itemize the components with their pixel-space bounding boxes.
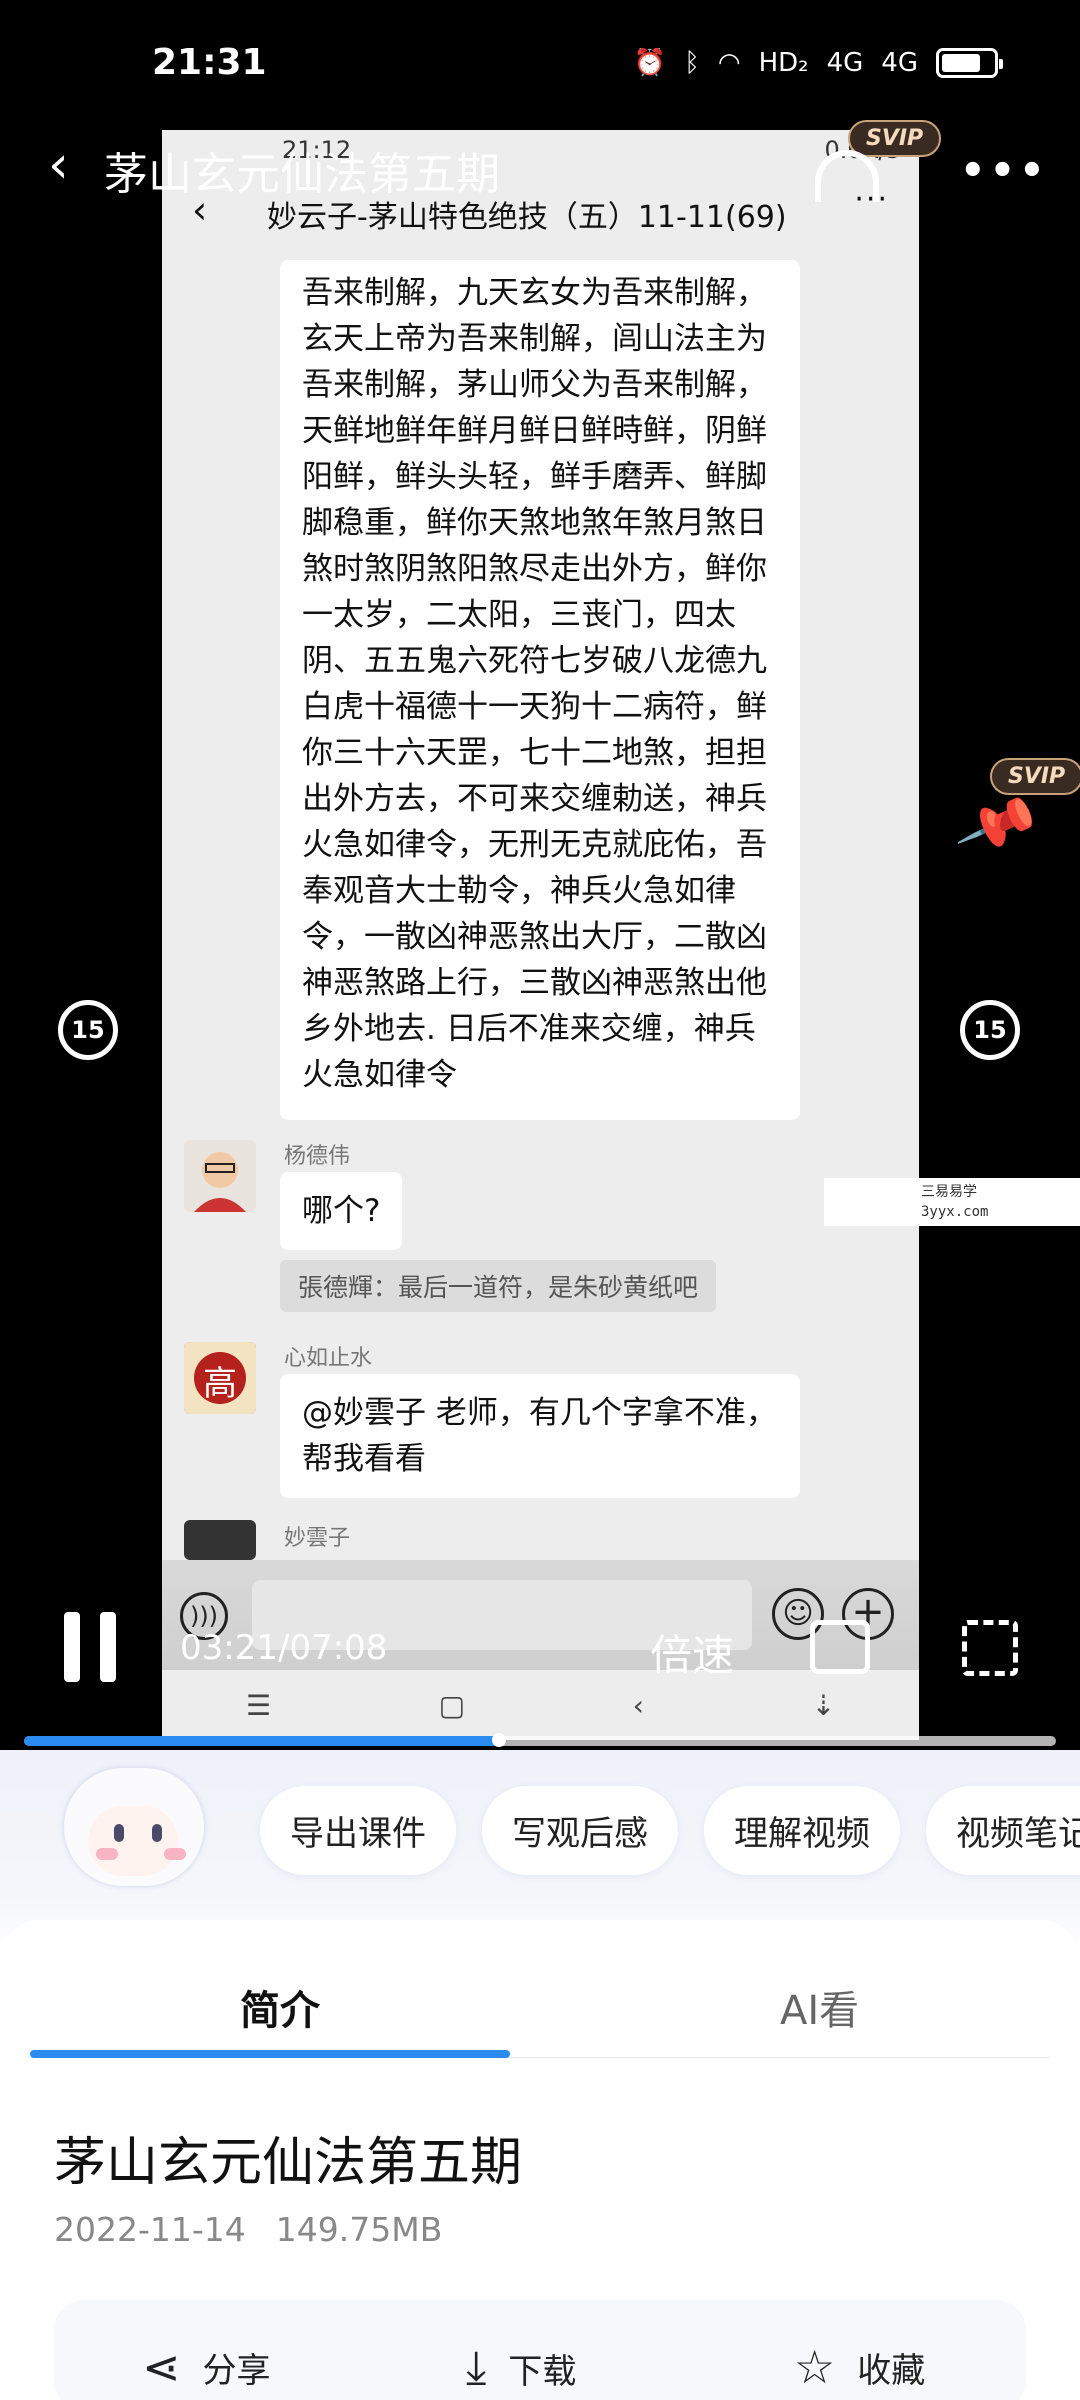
sender-name: 杨德伟 [284, 1144, 351, 1169]
back-button[interactable]: ‹ [48, 135, 69, 195]
system-message: 張德輝：最后一道符，是朱砂黄纸吧 [280, 1260, 717, 1312]
tab-intro[interactable]: 简介 [240, 1978, 320, 2036]
pause-button[interactable] [60, 1612, 120, 1682]
share-button[interactable]: ⋖ 分享 [142, 2340, 271, 2394]
status-time: 21:31 [152, 42, 267, 83]
chip-understand-video[interactable]: 理解视频 [704, 1786, 900, 1875]
skip-forward-button[interactable]: 15 [960, 1000, 1020, 1060]
watermark-line: 3yyx.com [921, 1204, 989, 1220]
download-button[interactable]: ⤓ 下载 [466, 2340, 576, 2396]
menu-icon: ☰ [245, 1688, 271, 1722]
chip-video-notes[interactable]: 视频笔记 [926, 1786, 1080, 1875]
watermark-line: 三易易学 [921, 1184, 977, 1200]
ai-chip-row: 导出课件 写观后感 理解视频 视频笔记 [260, 1786, 1080, 1875]
alarm-icon: ⏰ [633, 48, 667, 78]
battery-icon [936, 48, 1003, 78]
bluetooth-icon: ᛒ [684, 48, 700, 78]
hd-icon: HD₂ [758, 48, 809, 78]
chat-bubble: @妙雲子 老师，有几个字拿不准，帮我看看 [280, 1374, 800, 1498]
mascot-cheek [96, 1848, 118, 1860]
speed-button[interactable]: 倍速 [650, 1622, 734, 1683]
pip-icon[interactable] [810, 1620, 870, 1674]
status-bar: 21:31 ⏰ ᛒ ◠ HD₂ 4G 4G [0, 0, 1080, 130]
playback-time: 03:21/07:08 [180, 1628, 388, 1668]
wifi-icon: ◠ [717, 48, 741, 78]
tab-ai-view[interactable]: AI看 [780, 1978, 859, 2036]
detail-sheet: 导出课件 写观后感 理解视频 视频笔记 简介 AI看 茅山玄元仙法第五期 202… [0, 1750, 1080, 2400]
pause-bar [64, 1612, 80, 1682]
skip-back-button[interactable]: 15 [58, 1000, 118, 1060]
download-label: 下载 [508, 2351, 577, 2392]
tab-indicator [30, 2050, 510, 2058]
progress-bar[interactable] [24, 1733, 1056, 1747]
chip-write-review[interactable]: 写观后感 [482, 1786, 678, 1875]
watermark: 三易易学 3yyx.com [824, 1178, 1080, 1226]
mascot-eye [114, 1824, 124, 1842]
inner-nav-bar: ☰ ▢ ‹ ⇣ [162, 1675, 919, 1735]
signal-4g-icon: 4G [826, 48, 864, 78]
mascot-face [88, 1806, 178, 1876]
info-panel: 简介 AI看 茅山玄元仙法第五期 2022-11-14 149.75MB ⋖ 分… [0, 1920, 1080, 2400]
share-icon: ⋖ [142, 2340, 181, 2394]
share-label: 分享 [202, 2350, 271, 2391]
star-icon: ☆ [794, 2340, 836, 2394]
favorite-button[interactable]: ☆ 收藏 [794, 2340, 925, 2394]
back-icon: ‹ [632, 1688, 644, 1722]
video-frame-chat-screen: 21:12 0.0K/s ‹ 妙云子-茅山特色绝技（五）11-11(69) ··… [162, 130, 919, 1740]
sender-name: 妙雲子 [284, 1526, 351, 1551]
status-icons: ⏰ ᛒ ◠ HD₂ 4G 4G [633, 48, 1003, 78]
video-meta: 2022-11-14 149.75MB [54, 2210, 442, 2249]
chat-bubble: 哪个? [280, 1172, 403, 1250]
avatar [184, 1520, 256, 1560]
player-title: 茅山玄元仙法第五期 [104, 149, 500, 200]
download-icon: ⤓ [466, 2340, 487, 2394]
avatar: 高 [184, 1342, 256, 1414]
progress-knob[interactable] [491, 1733, 506, 1747]
home-icon: ▢ [438, 1688, 466, 1722]
progress-fill [24, 1736, 499, 1746]
avatar-char: 高 [203, 1364, 237, 1404]
signal-4g-icon: 4G [881, 48, 918, 78]
video-title: 茅山玄元仙法第五期 [54, 2133, 523, 2193]
assist-icon: ⇣ [811, 1688, 836, 1722]
avatar [184, 1140, 256, 1212]
video-date: 2022-11-14 [54, 2210, 246, 2249]
chip-export-courseware[interactable]: 导出课件 [260, 1786, 456, 1875]
more-menu-button[interactable]: ••• [960, 148, 1049, 194]
pause-bar [100, 1612, 116, 1682]
video-size: 149.75MB [275, 2210, 443, 2249]
mascot-eye [152, 1824, 162, 1842]
favorite-label: 收藏 [857, 2350, 926, 2391]
video-player[interactable]: 21:12 0.0K/s ‹ 妙云子-茅山特色绝技（五）11-11(69) ··… [0, 130, 1080, 1750]
sender-name: 心如止水 [284, 1346, 373, 1371]
mascot-cheek [164, 1848, 186, 1860]
svip-badge: SVIP [848, 120, 942, 157]
chat-message-long: 吾来制解，九天玄女为吾来制解，玄天上帝为吾来制解，闾山法主为吾来制解，茅山师父为… [280, 260, 800, 1120]
ai-mascot-icon[interactable] [52, 1768, 212, 1918]
action-bar: ⋖ 分享 ⤓ 下载 ☆ 收藏 [54, 2300, 1026, 2400]
fullscreen-icon[interactable] [962, 1620, 1018, 1676]
